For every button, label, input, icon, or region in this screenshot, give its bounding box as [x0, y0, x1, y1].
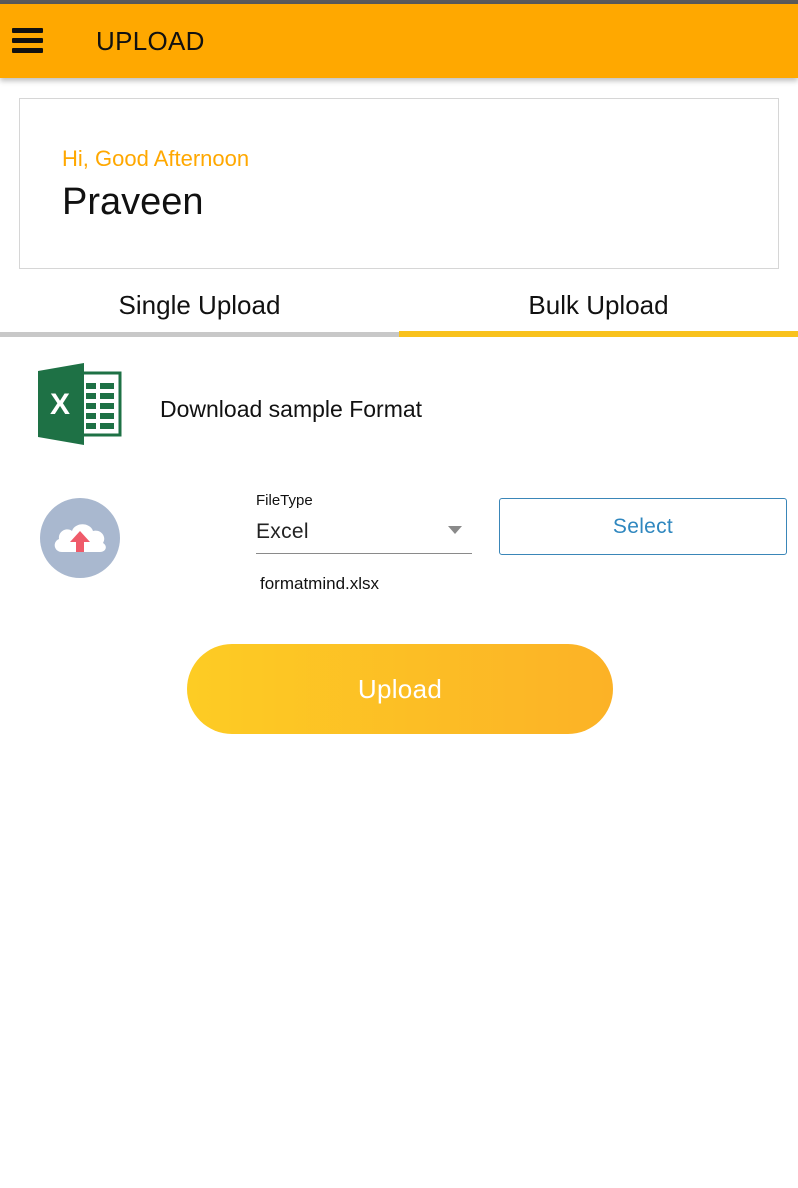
download-sample-label: Download sample Format	[160, 396, 423, 422]
tab-indicator-active	[399, 331, 798, 337]
tab-single-upload[interactable]: Single Upload	[0, 280, 399, 337]
cloud-upload-icon	[40, 498, 120, 578]
tab-label: Bulk Upload	[528, 290, 669, 320]
filetype-value: Excel	[256, 520, 309, 543]
tab-indicator	[0, 332, 399, 337]
caret-down-icon	[448, 526, 462, 534]
selected-file-name: formatmind.xlsx	[260, 574, 380, 593]
upload-tabs: Single Upload Bulk Upload	[0, 280, 798, 337]
download-sample-format[interactable]: X Download sample Format	[38, 363, 758, 445]
tab-bulk-upload[interactable]: Bulk Upload	[399, 280, 798, 337]
page-title: UPLOAD	[96, 26, 205, 56]
hamburger-menu-icon[interactable]	[12, 28, 43, 54]
upload-screen: UPLOAD Hi, Good Afternoon Praveen Single…	[0, 0, 798, 1188]
filetype-dropdown[interactable]: Excel	[256, 514, 472, 554]
tab-label: Single Upload	[118, 290, 281, 320]
greeting-text: Hi, Good Afternoon	[62, 146, 250, 171]
upload-button[interactable]: Upload	[187, 644, 613, 734]
svg-text:X: X	[50, 388, 70, 421]
filetype-caption: FileType	[256, 492, 313, 509]
user-name: Praveen	[62, 181, 204, 223]
app-bar: UPLOAD	[0, 4, 798, 78]
greeting-card: Hi, Good Afternoon Praveen	[19, 98, 779, 269]
excel-icon: X	[38, 363, 122, 445]
select-file-button[interactable]: Select	[499, 498, 787, 555]
